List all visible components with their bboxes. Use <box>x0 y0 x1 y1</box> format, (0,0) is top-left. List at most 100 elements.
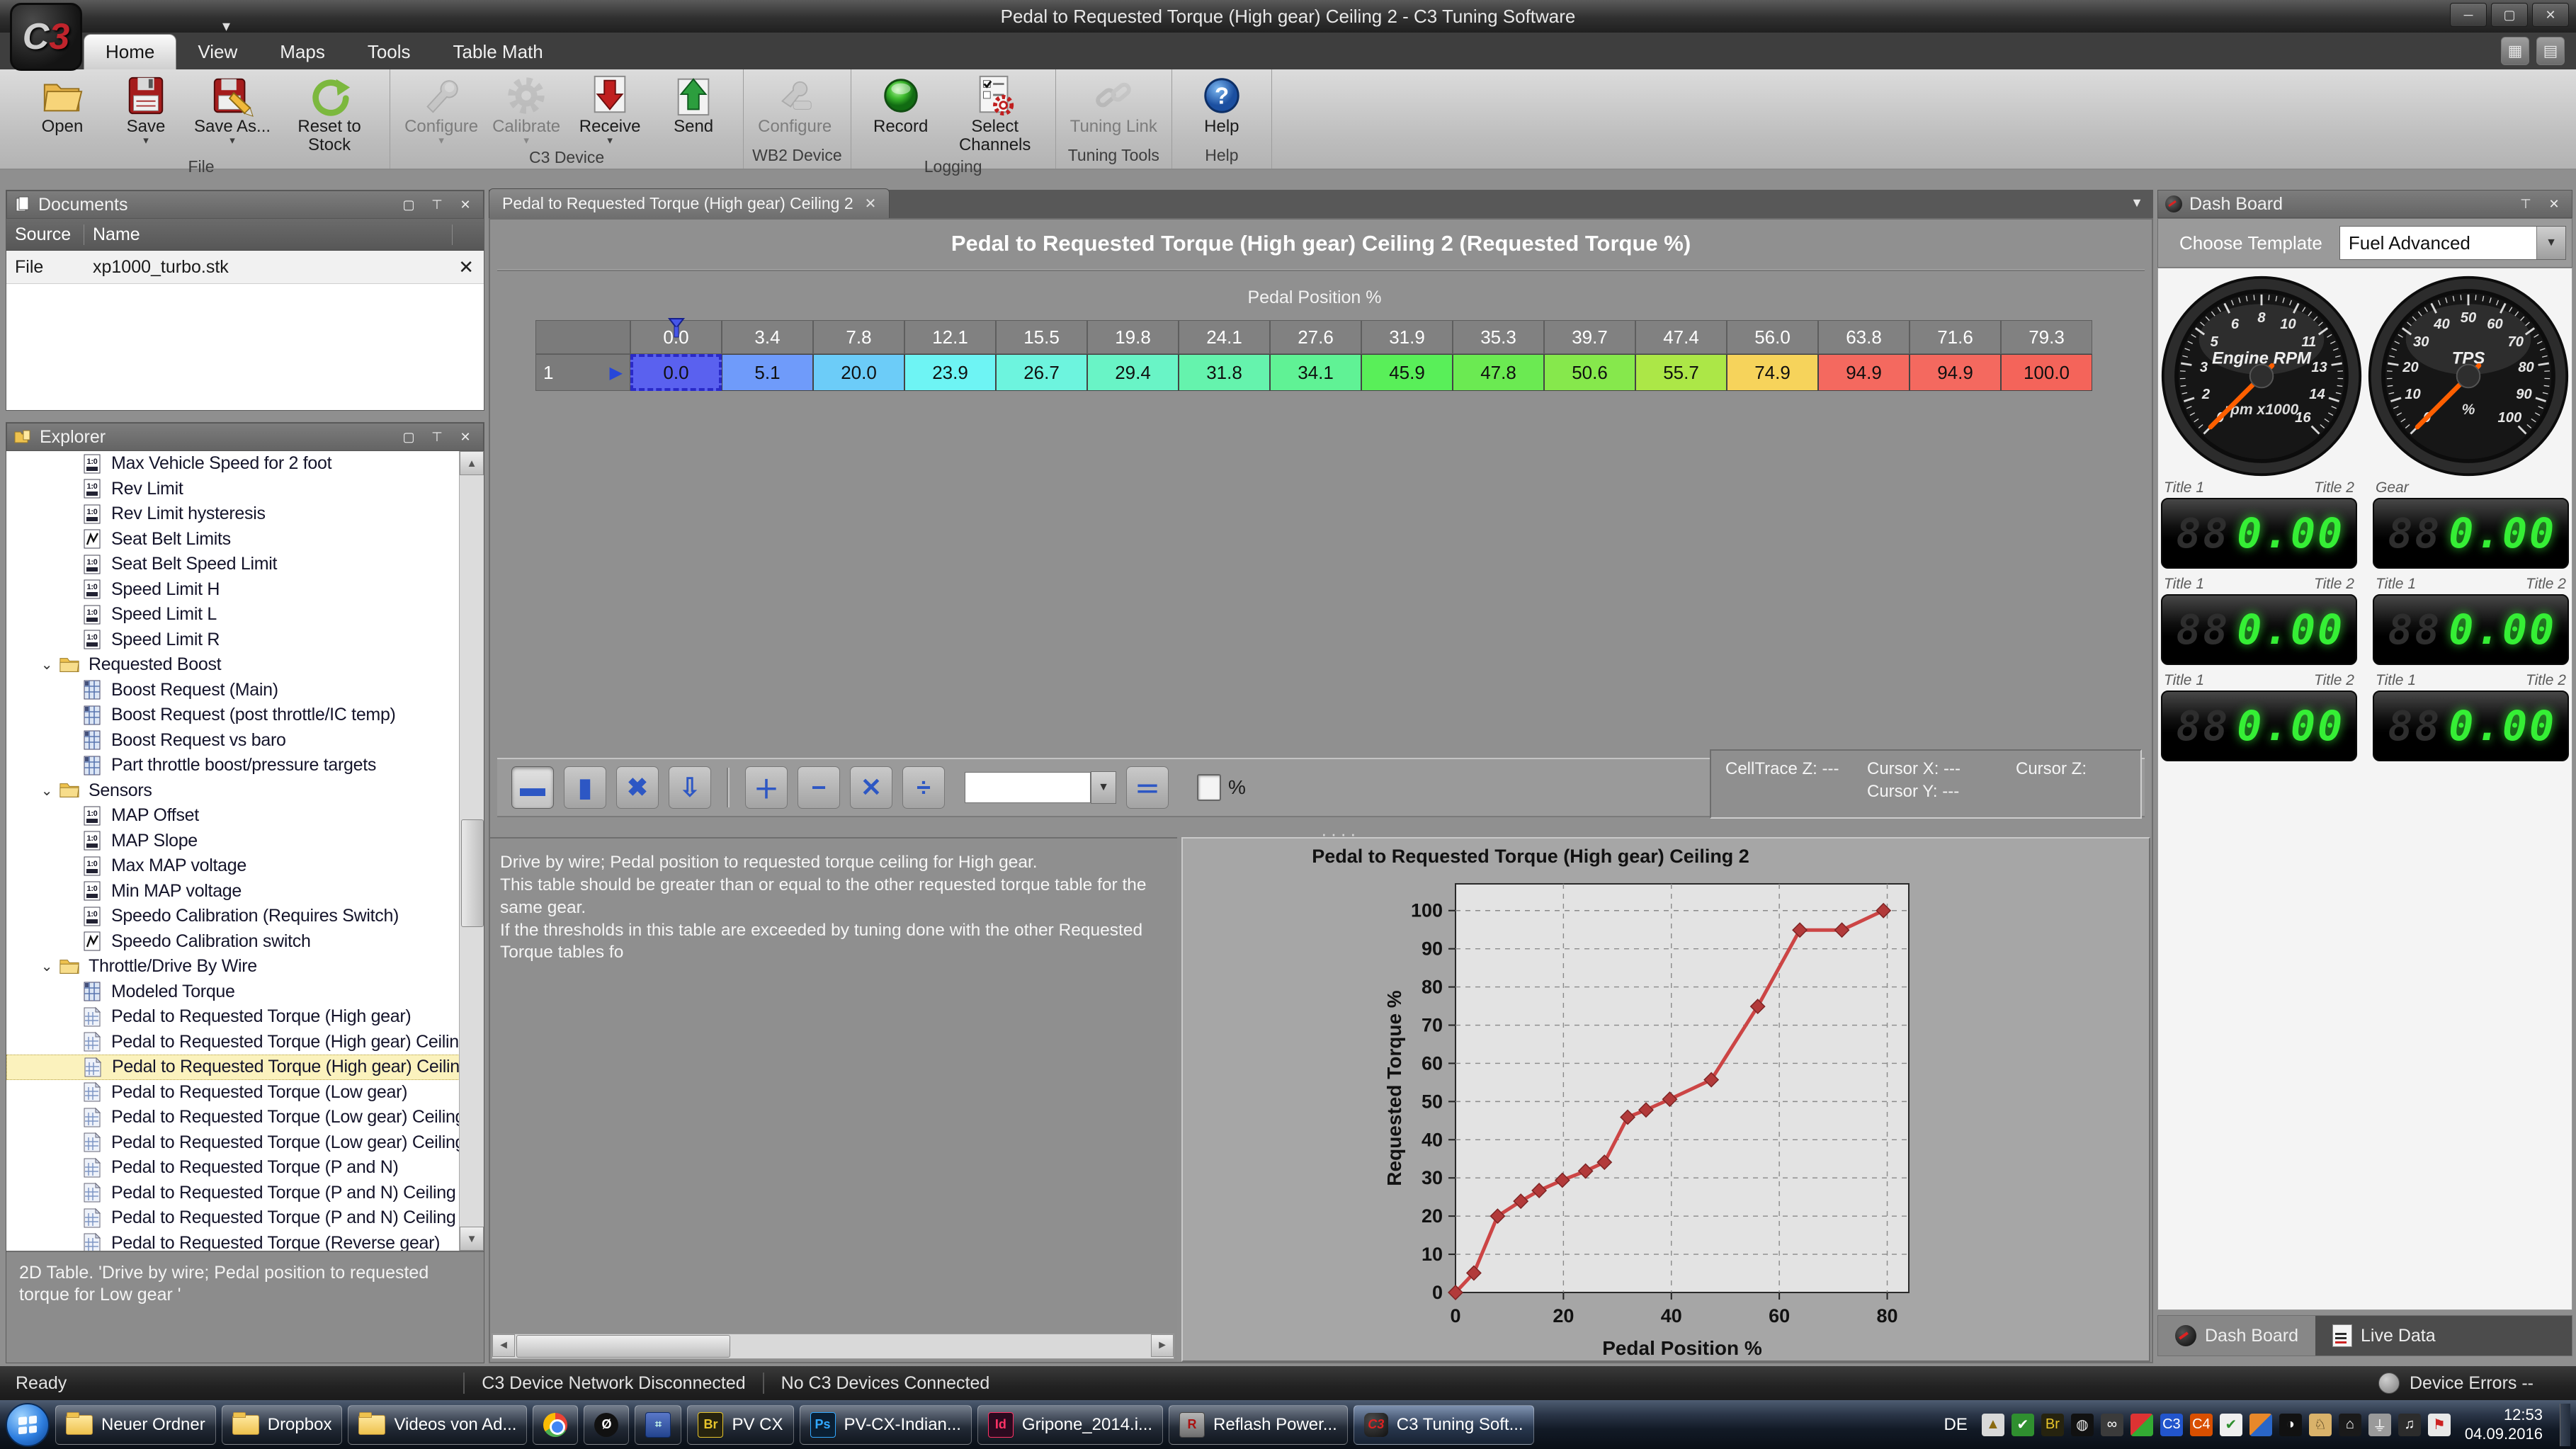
column-header-cell[interactable]: 15.5 <box>996 320 1087 354</box>
digital-display[interactable]: 880.00 <box>2161 594 2357 665</box>
add-button[interactable]: ＋ <box>745 766 788 809</box>
column-header-cell[interactable]: 79.3 <box>2001 320 2092 354</box>
taskbar-clock[interactable]: 12:53 04.09.2016 <box>2465 1406 2543 1443</box>
open-button[interactable]: Open <box>21 72 103 137</box>
taskbar-app-chrome[interactable] <box>533 1405 578 1445</box>
column-header-cell[interactable]: 71.6 <box>1910 320 2001 354</box>
column-header-source[interactable]: Source <box>6 225 84 245</box>
panel-close-icon[interactable]: ✕ <box>455 195 476 214</box>
tab-list-dropdown-icon[interactable]: ▼ <box>2130 195 2143 210</box>
percent-toggle[interactable]: % <box>1197 774 1246 801</box>
explorer-item[interactable]: ⌄Requested Boost <box>6 652 484 678</box>
explorer-item[interactable]: Modeled Torque <box>6 979 484 1005</box>
taskbar-app-neuer-ordner[interactable]: Neuer Ordner <box>55 1405 216 1445</box>
column-header-cell[interactable]: 3.4 <box>722 320 813 354</box>
column-header-cell[interactable]: 27.6 <box>1270 320 1361 354</box>
taskbar-app-pv-cx[interactable]: BrPV CX <box>687 1405 793 1445</box>
dual-display-tray-icon[interactable] <box>2130 1414 2153 1436</box>
home-app-tray-icon[interactable]: ⌂ <box>2339 1414 2361 1436</box>
table-cell[interactable]: 47.8 <box>1453 354 1544 391</box>
save-as--button[interactable]: Save As...▾ <box>188 72 276 147</box>
taskbar-app-pc[interactable]: ⌗ <box>635 1405 681 1445</box>
column-header-cell[interactable]: 0.0 <box>630 320 722 354</box>
ribbon-tab-maps[interactable]: Maps <box>259 35 346 69</box>
panel-pin-icon[interactable]: ⊤ <box>426 428 448 446</box>
chevron-down-icon[interactable]: ▾ <box>229 136 235 146</box>
explorer-item[interactable]: Pedal to Requested Torque (Low gear) <box>6 1080 484 1106</box>
column-header-cell[interactable]: 12.1 <box>904 320 996 354</box>
explorer-scrollbar[interactable]: ▲ ▼ <box>459 451 484 1251</box>
explorer-item[interactable]: Boost Request (Main) <box>6 678 484 703</box>
row-header-cell[interactable]: 1▶ <box>535 354 630 391</box>
explorer-item[interactable]: ⌄Throttle/Drive By Wire <box>6 954 484 979</box>
action-center-flag-tray-icon[interactable]: ⚑ <box>2428 1414 2451 1436</box>
show-desktop-button[interactable] <box>2560 1404 2570 1446</box>
cc4-tray-icon[interactable]: C4 <box>2190 1414 2213 1436</box>
panel-restore-icon[interactable]: ▢ <box>398 195 419 214</box>
adobe-bridge-tray-icon[interactable]: Br <box>2041 1414 2064 1436</box>
table-cell[interactable]: 94.9 <box>1910 354 2001 391</box>
explorer-item[interactable]: Boost Request (post throttle/IC temp) <box>6 703 484 728</box>
device-errors-indicator[interactable]: Device Errors -- <box>2378 1373 2534 1394</box>
chevron-expanded-icon[interactable]: ⌄ <box>35 656 59 674</box>
table-cell[interactable]: 23.9 <box>904 354 996 391</box>
media-player-tray-icon[interactable]: ◑ <box>2279 1414 2302 1436</box>
panel-pin-icon[interactable]: ⊤ <box>2515 195 2536 213</box>
quickcam-tray-icon[interactable]: ♘ <box>2309 1414 2332 1436</box>
start-button[interactable] <box>6 1403 50 1447</box>
digital-display[interactable]: 880.00 <box>2161 691 2357 761</box>
column-header-name[interactable]: Name <box>84 225 453 245</box>
column-header-cell[interactable]: 63.8 <box>1818 320 1910 354</box>
chevron-down-icon[interactable]: ▾ <box>438 136 444 146</box>
close-button[interactable]: ✕ <box>2532 3 2569 27</box>
scroll-right-icon[interactable]: ► <box>1151 1334 1174 1357</box>
interpolate-button[interactable]: ✖ <box>616 766 659 809</box>
panel-close-icon[interactable]: ✕ <box>2543 195 2565 213</box>
chevron-down-icon[interactable]: ▼ <box>1091 771 1116 804</box>
table-cell[interactable]: 100.0 <box>2001 354 2092 391</box>
taskbar-app-videos-von-ad-[interactable]: Videos von Ad... <box>348 1405 527 1445</box>
template-select[interactable]: Fuel Advanced ▼ <box>2339 226 2566 260</box>
chevron-down-icon[interactable]: ▼ <box>2536 227 2565 259</box>
digital-display[interactable]: 880.00 <box>2161 498 2357 569</box>
math-value-input[interactable] <box>965 772 1091 803</box>
explorer-item[interactable]: Pedal to Requested Torque (Low gear) Cei… <box>6 1105 484 1130</box>
chevron-expanded-icon[interactable]: ⌄ <box>35 958 59 975</box>
camera-raw-tray-icon[interactable]: ◍ <box>2071 1414 2094 1436</box>
bluetooth-tray-icon[interactable] <box>2249 1414 2272 1436</box>
panel-close-icon[interactable]: ✕ <box>455 428 476 446</box>
table-cell[interactable]: 20.0 <box>813 354 904 391</box>
explorer-item[interactable]: 1:0Speedo Calibration (Requires Switch) <box>6 904 484 929</box>
c3-app-logo-icon[interactable]: C3 <box>10 3 82 71</box>
taskbar-app-blackcircle[interactable]: Ø <box>584 1405 629 1445</box>
column-header-cell[interactable]: 7.8 <box>813 320 904 354</box>
explorer-item[interactable]: 1:0MAP Slope <box>6 829 484 854</box>
explorer-item[interactable]: Pedal to Requested Torque (High gear) Ce… <box>6 1055 484 1080</box>
taskbar-app-gripone-2014-i-[interactable]: IdGripone_2014.i... <box>977 1405 1163 1445</box>
cc3-tray-icon[interactable]: C3 <box>2160 1414 2183 1436</box>
explorer-item[interactable]: 1:0Speed Limit R <box>6 627 484 653</box>
fill-horizontal-button[interactable]: ▬ <box>511 766 554 809</box>
send-table-button[interactable]: ⇩ <box>669 766 711 809</box>
explorer-item[interactable]: Part throttle boost/pressure targets <box>6 753 484 778</box>
explorer-item[interactable]: 1:0MAP Offset <box>6 803 484 829</box>
titlebar-tool-icon-2[interactable]: ▤ <box>2536 37 2565 65</box>
taskbar-app-reflash-power-[interactable]: RReflash Power... <box>1169 1405 1348 1445</box>
table-cell[interactable]: 50.6 <box>1544 354 1635 391</box>
subtract-button[interactable]: − <box>798 766 840 809</box>
receive-button[interactable]: Receive▾ <box>569 72 651 147</box>
ribbon-tab-home[interactable]: Home <box>84 34 176 69</box>
taskbar-app-dropbox[interactable]: Dropbox <box>222 1405 343 1445</box>
language-indicator[interactable]: DE <box>1944 1415 1968 1435</box>
tab-close-icon[interactable]: ✕ <box>865 195 877 212</box>
explorer-item[interactable]: Pedal to Requested Torque (P and N) Ceil… <box>6 1181 484 1206</box>
explorer-item[interactable]: 1:0Rev Limit <box>6 477 484 502</box>
table-cell[interactable]: 74.9 <box>1727 354 1818 391</box>
table-cell[interactable]: 26.7 <box>996 354 1087 391</box>
minimize-button[interactable]: ─ <box>2450 3 2487 27</box>
explorer-item[interactable]: Pedal to Requested Torque (Reverse gear) <box>6 1231 484 1251</box>
explorer-item[interactable]: Pedal to Requested Torque (P and N) Ceil… <box>6 1205 484 1231</box>
column-header-cell[interactable]: 35.3 <box>1453 320 1544 354</box>
table-cell[interactable]: 34.1 <box>1270 354 1361 391</box>
explorer-item[interactable]: 1:0Seat Belt Speed Limit <box>6 552 484 577</box>
